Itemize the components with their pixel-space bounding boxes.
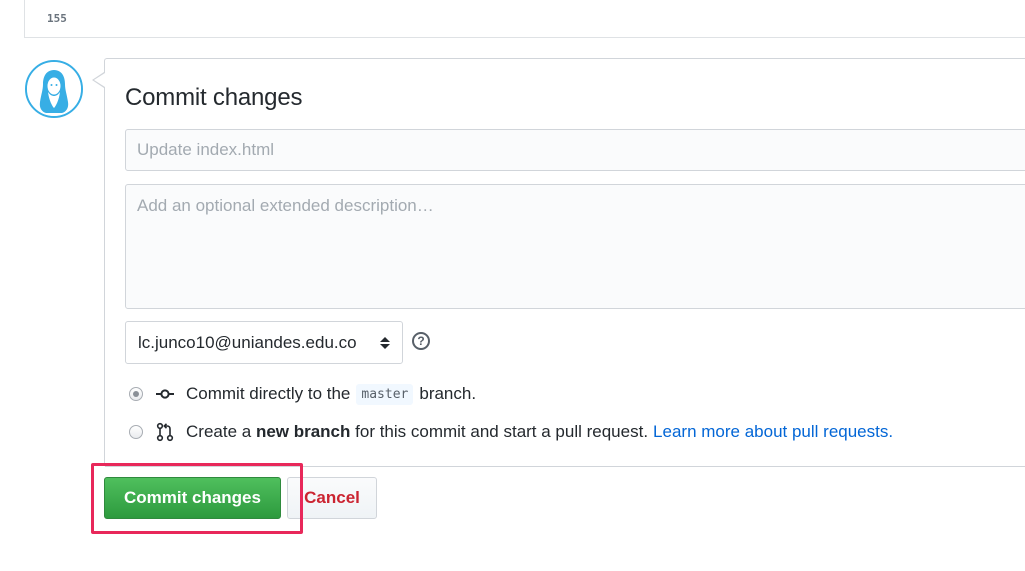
new-branch-text-prefix: Create a <box>186 422 252 441</box>
commit-email-select[interactable]: lc.junco10@uniandes.edu.co <box>125 321 403 364</box>
commit-description-input[interactable] <box>125 184 1025 309</box>
option-commit-directly[interactable]: Commit directly to the master branch. <box>129 383 477 405</box>
commit-directly-text: Commit directly to the <box>186 383 351 403</box>
code-editor-footer: 155 <box>24 0 1025 38</box>
cancel-button[interactable]: Cancel <box>287 477 377 519</box>
commit-directly-suffix: branch. <box>419 383 477 403</box>
radio-commit-directly[interactable] <box>129 386 143 401</box>
git-commit-icon <box>156 388 174 399</box>
commit-form-title: Commit changes <box>125 84 303 111</box>
git-pull-request-icon <box>156 422 174 442</box>
select-arrows-icon <box>380 336 390 349</box>
user-avatar-icon[interactable] <box>25 60 83 118</box>
commit-changes-button[interactable]: Commit changes <box>104 477 281 519</box>
option-new-branch[interactable]: Create a new branch for this commit and … <box>129 422 893 442</box>
learn-more-pull-requests-link[interactable]: Learn more about pull requests. <box>653 422 893 442</box>
new-branch-emphasis: new branch <box>255 422 351 441</box>
form-divider <box>105 466 1025 467</box>
commit-summary-input[interactable] <box>125 129 1025 171</box>
panel-caret-inner <box>94 73 105 87</box>
branch-name: master <box>356 384 414 405</box>
line-number: 155 <box>47 12 67 25</box>
commit-email-value: lc.junco10@uniandes.edu.co <box>138 332 357 352</box>
new-branch-text-suffix: for this commit and start a pull request… <box>355 422 649 441</box>
radio-new-branch[interactable] <box>129 425 143 439</box>
question-icon[interactable]: ? <box>412 332 430 350</box>
